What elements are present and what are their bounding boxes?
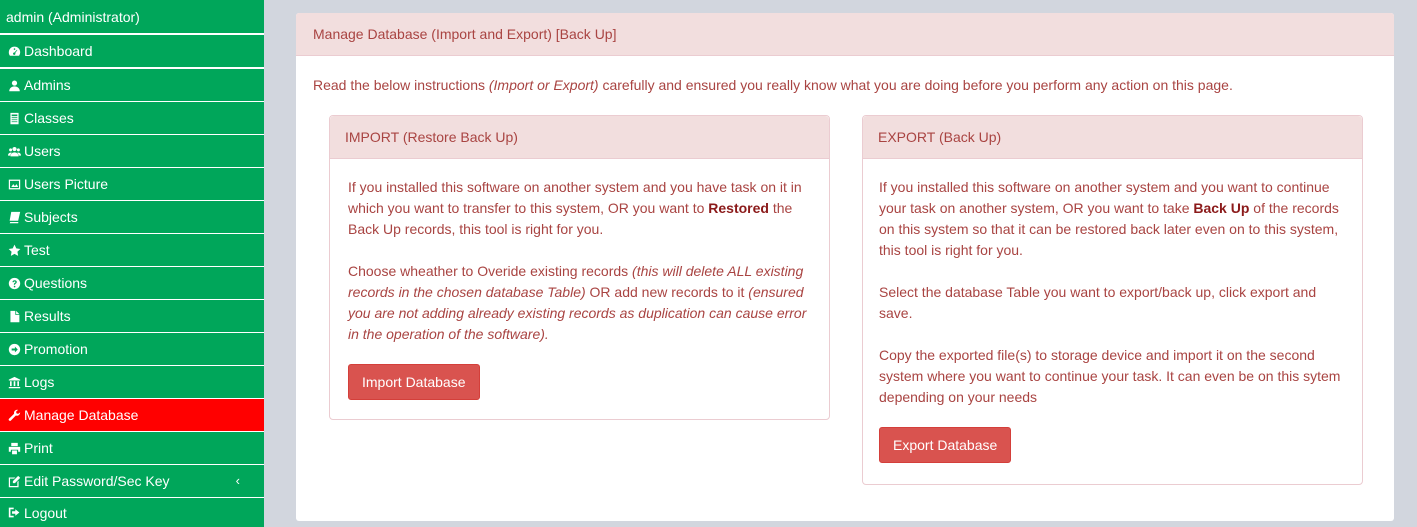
sidebar-item-label: Logout <box>24 504 67 521</box>
sidebar-item-label: Admins <box>24 77 71 93</box>
import-box-header: IMPORT (Restore Back Up) <box>330 116 829 159</box>
intro-text-em: (Import or Export) <box>488 77 599 93</box>
sidebar-item-label: Dashboard <box>24 43 93 59</box>
arrow-circle-icon <box>7 342 21 356</box>
export-p1-strong: Back Up <box>1193 200 1250 216</box>
sidebar-item-users-picture[interactable]: Users Picture <box>0 168 264 200</box>
sidebar-item-label: Questions <box>24 275 88 291</box>
user-header: admin (Administrator) <box>0 0 264 33</box>
import-box-body: If you installed this software on anothe… <box>330 159 829 400</box>
sidebar-item-label: Manage Database <box>24 407 139 423</box>
import-box: IMPORT (Restore Back Up) If you installe… <box>329 115 830 420</box>
export-box-body: If you installed this software on anothe… <box>863 159 1362 463</box>
print-icon <box>7 441 21 455</box>
chevron-left-icon[interactable]: ‹ <box>236 473 240 488</box>
sidebar-item-edit-password[interactable]: Edit Password/Sec Key ‹ <box>0 465 264 497</box>
sidebar-item-logs[interactable]: Logs <box>0 366 264 398</box>
import-p2-a: Choose wheather to Overide existing reco… <box>348 263 633 279</box>
sidebar-item-label: Edit Password/Sec Key <box>24 473 170 489</box>
sidebar-item-label: Results <box>24 308 71 324</box>
sidebar-item-promotion[interactable]: Promotion <box>0 333 264 365</box>
sidebar-item-classes[interactable]: Classes <box>0 102 264 134</box>
file-icon <box>7 309 21 323</box>
export-database-button[interactable]: Export Database <box>879 427 1012 463</box>
export-paragraph-2: Select the database Table you want to ex… <box>879 284 1317 321</box>
export-paragraph-3: Copy the exported file(s) to storage dev… <box>879 347 1341 405</box>
export-box: EXPORT (Back Up) If you installed this s… <box>862 115 1363 485</box>
users-icon <box>7 144 21 158</box>
sidebar-item-admins[interactable]: Admins <box>0 69 264 101</box>
user-name: admin (Administrator) <box>6 8 140 25</box>
import-paragraph-2: Choose wheather to Overide existing reco… <box>348 261 814 345</box>
sign-out-icon <box>7 506 21 520</box>
instructions-text: Read the below instructions (Import or E… <box>313 77 1233 93</box>
sidebar: admin (Administrator) Dashboard Admins C… <box>0 0 264 527</box>
export-paragraph-1: If you installed this software on anothe… <box>879 177 1345 261</box>
sidebar-item-questions[interactable]: Questions <box>0 267 264 299</box>
star-icon <box>7 243 21 257</box>
intro-text-b: carefully and ensured you really know wh… <box>598 77 1233 93</box>
sidebar-item-label: Promotion <box>24 341 88 357</box>
edit-icon <box>7 474 21 488</box>
picture-icon <box>7 177 21 191</box>
import-p1-strong: Restored <box>708 200 769 216</box>
book-icon <box>7 210 21 224</box>
sidebar-item-label: Classes <box>24 110 74 126</box>
user-icon <box>7 78 21 92</box>
dashboard-icon <box>7 44 21 58</box>
sidebar-item-users[interactable]: Users <box>0 135 264 167</box>
sidebar-item-dashboard[interactable]: Dashboard <box>0 35 264 67</box>
intro-text-a: Read the below instructions <box>313 77 489 93</box>
main-panel: Manage Database (Import and Export) [Bac… <box>296 13 1394 521</box>
sidebar-item-label: Subjects <box>24 209 78 225</box>
sidebar-item-label: Users Picture <box>24 176 109 192</box>
sidebar-item-label: Logs <box>24 374 55 390</box>
export-box-header: EXPORT (Back Up) <box>863 116 1362 159</box>
sidebar-item-label: Print <box>24 440 53 456</box>
page-title: Manage Database (Import and Export) [Bac… <box>313 26 617 42</box>
sidebar-item-results[interactable]: Results <box>0 300 264 332</box>
sidebar-item-manage-database[interactable]: Manage Database <box>0 399 264 431</box>
sidebar-item-print[interactable]: Print <box>0 432 264 464</box>
import-paragraph-1: If you installed this software on anothe… <box>348 177 814 240</box>
bank-icon <box>7 375 21 389</box>
export-title: EXPORT (Back Up) <box>878 129 1002 145</box>
import-p2-b: OR add new records to it <box>585 284 749 300</box>
classes-icon <box>7 111 21 125</box>
sidebar-item-logout[interactable]: Logout <box>0 498 264 527</box>
sidebar-item-label: Users <box>24 143 61 159</box>
wrench-icon <box>7 408 21 422</box>
sidebar-item-label: Test <box>24 242 50 258</box>
import-database-button[interactable]: Import Database <box>348 364 480 400</box>
import-title: IMPORT (Restore Back Up) <box>345 129 518 145</box>
question-icon <box>7 276 21 290</box>
sidebar-item-test[interactable]: Test <box>0 234 264 266</box>
sidebar-item-subjects[interactable]: Subjects <box>0 201 264 233</box>
panel-header: Manage Database (Import and Export) [Bac… <box>296 13 1394 56</box>
